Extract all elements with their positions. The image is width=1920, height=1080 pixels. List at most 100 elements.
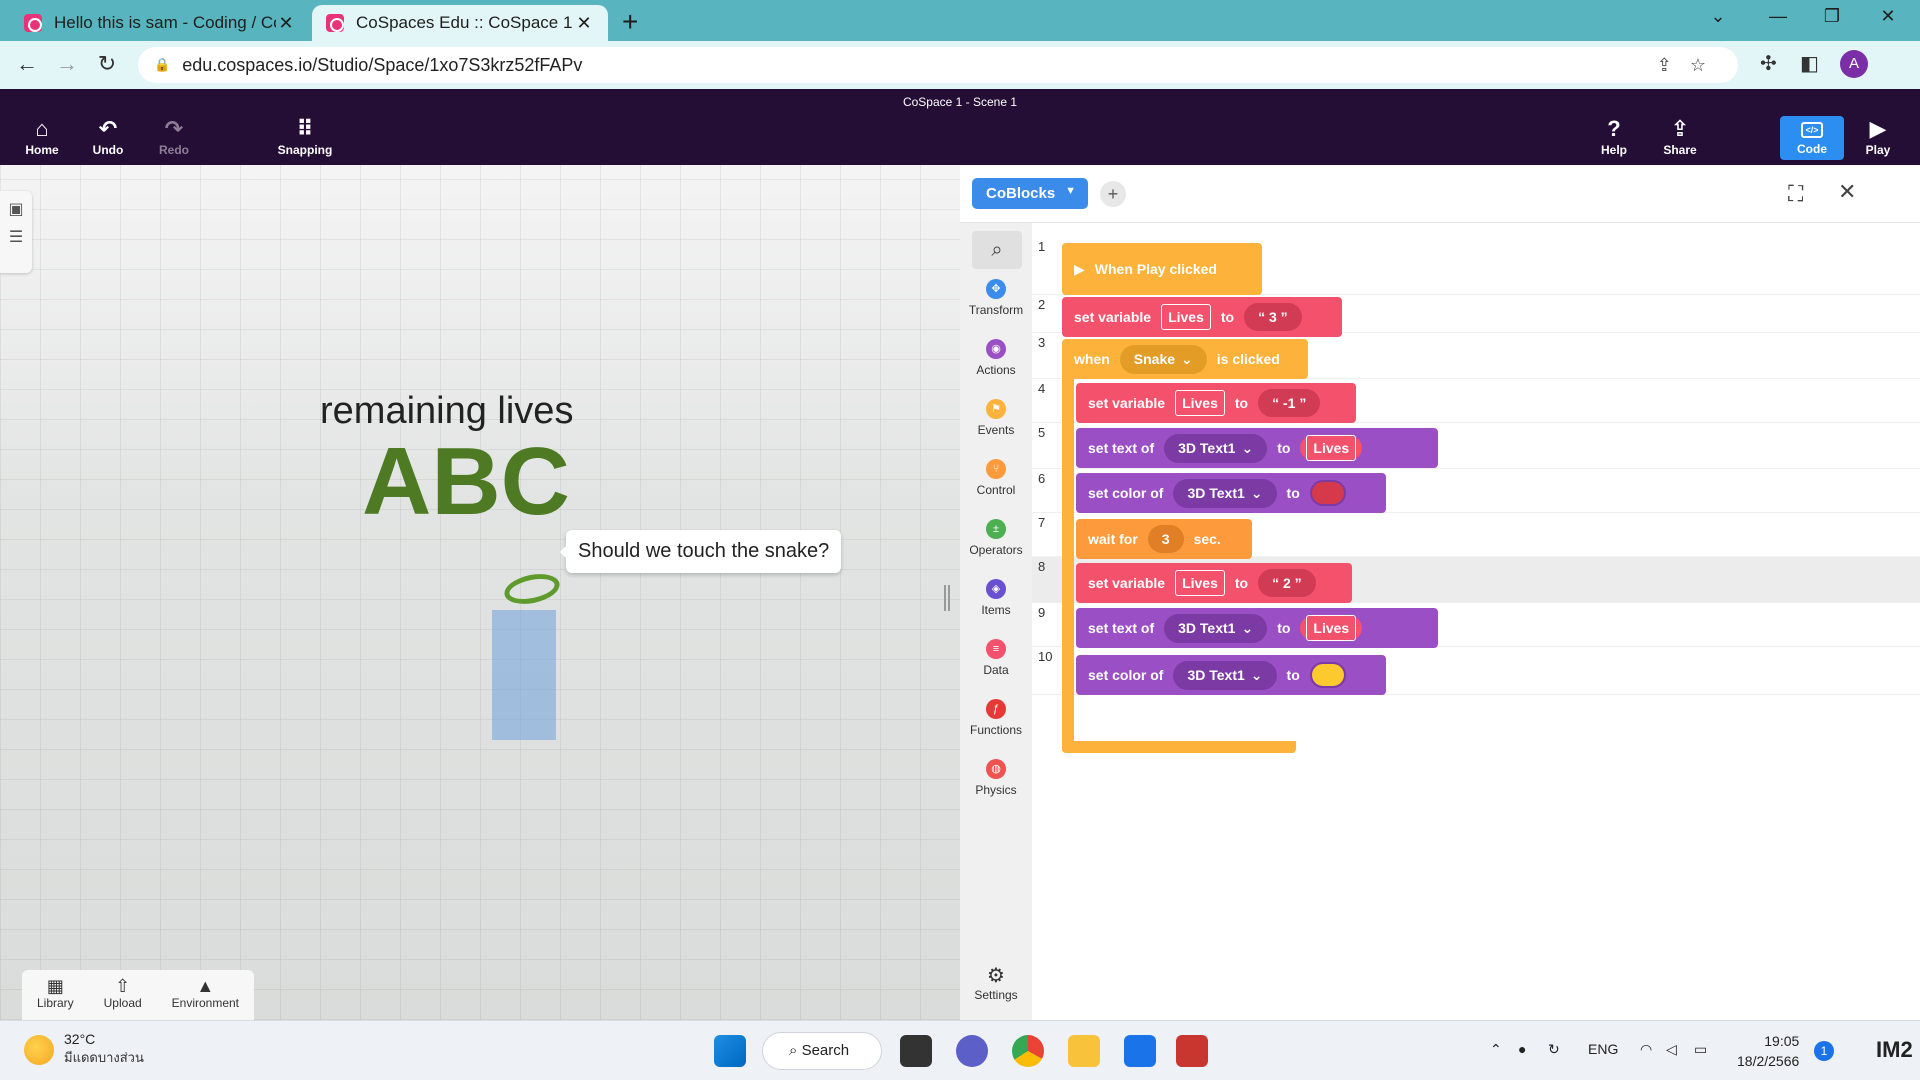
tab-search-chevron-icon[interactable]: ⌄ (1696, 6, 1740, 27)
teams-chat-icon[interactable] (956, 1035, 988, 1067)
set-variable-block[interactable]: set variable Lives to “ 3 ” (1062, 297, 1342, 337)
tray-app-icon[interactable]: ● (1518, 1041, 1526, 1057)
extensions-puzzle-icon[interactable]: ✣ (1760, 51, 1777, 76)
set-variable-block[interactable]: set variable Lives to “ -1 ” (1076, 383, 1356, 423)
category-items[interactable]: ◈ Items (960, 579, 1032, 617)
volume-icon[interactable]: ◁ (1666, 1041, 1677, 1058)
back-icon[interactable]: ← (12, 51, 42, 77)
environment-button[interactable]: ▲ Environment (172, 976, 239, 1020)
taskbar-search[interactable]: ⌕ Search (762, 1032, 882, 1070)
forward-icon[interactable]: → (52, 51, 82, 77)
category-control[interactable]: ⑂ Control (960, 459, 1032, 497)
value-input[interactable]: “ 3 ” (1244, 303, 1302, 331)
play-button[interactable]: ▶ Play (1846, 117, 1910, 158)
help-button[interactable]: ? Help (1582, 116, 1646, 158)
wait-block[interactable]: wait for 3 sec. (1076, 519, 1252, 559)
snapping-button[interactable]: ⠿ Snapping (273, 117, 337, 158)
set-text-block[interactable]: set text of 3D Text1 ⌄ to Lives (1076, 608, 1438, 648)
settings-button[interactable]: ⚙ Settings (960, 963, 1032, 1002)
value-input[interactable]: “ 2 ” (1258, 569, 1316, 597)
variable-name-field[interactable]: Lives (1175, 390, 1225, 416)
close-icon[interactable]: ✕ (276, 13, 296, 34)
battery-icon[interactable]: ▭ (1694, 1041, 1707, 1058)
clock[interactable]: 19:05 18/2/2566 (1737, 1031, 1799, 1071)
new-tab-button[interactable]: + (622, 6, 638, 38)
browser-tab-cospace[interactable]: CoSpaces Edu :: CoSpace 1 ✕ (312, 5, 608, 41)
when-play-clicked-block[interactable]: ▶ When Play clicked (1062, 243, 1262, 295)
wifi-icon[interactable]: ◠ (1640, 1041, 1652, 1058)
sync-icon[interactable]: ↻ (1548, 1041, 1560, 1058)
category-actions[interactable]: ◉ Actions (960, 339, 1032, 377)
set-text-block[interactable]: set text of 3D Text1 ⌄ to Lives (1076, 428, 1438, 468)
object-dropdown[interactable]: 3D Text1 ⌄ (1164, 433, 1268, 463)
category-physics[interactable]: ◍ Physics (960, 759, 1032, 797)
app-icon[interactable] (1176, 1035, 1208, 1067)
scene-viewport[interactable]: ▣ ☰ remaining lives ABC Should we touch … (0, 165, 960, 1020)
home-button[interactable]: ⌂ Home (10, 117, 74, 158)
undo-button[interactable]: ↶ Undo (76, 117, 140, 158)
profile-avatar[interactable]: A (1840, 50, 1868, 78)
reload-icon[interactable]: ↻ (92, 51, 122, 77)
category-events[interactable]: ⚑ Events (960, 399, 1032, 437)
coblocks-dropdown[interactable]: CoBlocks ▼ (972, 178, 1088, 209)
set-color-block[interactable]: set color of 3D Text1 ⌄ to (1076, 655, 1386, 695)
windows-start-icon[interactable] (714, 1035, 746, 1067)
when-clicked-block[interactable]: when Snake ⌄ is clicked (1062, 339, 1308, 379)
color-swatch[interactable] (1309, 662, 1346, 688)
mail-icon[interactable] (1124, 1035, 1156, 1067)
bookmark-star-icon[interactable]: ☆ (1690, 55, 1724, 75)
help-icon: ? (1607, 116, 1621, 141)
window-close-icon[interactable]: ✕ (1866, 6, 1910, 27)
lock-icon[interactable]: 🔒 (154, 57, 170, 73)
transform-icon: ✥ (986, 279, 1006, 299)
fullscreen-icon[interactable]: ⛶ (1788, 181, 1803, 207)
library-button[interactable]: ▦ Library (37, 976, 74, 1020)
address-bar-actions: ⇪☆ (1657, 55, 1724, 76)
panel-resize-handle[interactable] (944, 585, 950, 611)
code-workspace[interactable]: 1 2 3 4 5 6 7 8 9 10 ▶ When Play clicked… (1032, 223, 1920, 1020)
object-dropdown[interactable]: 3D Text1 ⌄ (1164, 613, 1268, 643)
pedestal-object[interactable] (492, 610, 556, 740)
chevron-up-icon[interactable]: ⌃ (1490, 1041, 1502, 1058)
category-functions[interactable]: ƒ Functions (960, 699, 1032, 737)
object-dropdown[interactable]: Snake ⌄ (1119, 344, 1207, 374)
task-view-icon[interactable] (900, 1035, 932, 1067)
3d-text-abc[interactable]: ABC (362, 427, 570, 537)
object-dropdown[interactable]: 3D Text1 ⌄ (1173, 660, 1277, 690)
snake-object[interactable] (501, 569, 563, 609)
variable-dropdown[interactable]: Lives (1300, 435, 1363, 461)
address-bar[interactable]: 🔒 edu.cospaces.io/Studio/Space/1xo7S3krz… (138, 47, 1738, 83)
category-transform[interactable]: ✥ Transform (960, 279, 1032, 317)
code-button[interactable]: </> Code (1780, 116, 1844, 160)
side-panel-icon[interactable]: ◧ (1800, 51, 1819, 76)
weather-widget[interactable]: 32°C มีแดดบางส่วน (24, 1031, 144, 1068)
set-color-block[interactable]: set color of 3D Text1 ⌄ to (1076, 473, 1386, 513)
seconds-input[interactable]: 3 (1147, 525, 1184, 553)
gallery-icon[interactable]: ▣ (0, 199, 32, 219)
close-icon[interactable]: ✕ (574, 13, 594, 34)
color-swatch[interactable] (1309, 480, 1346, 506)
close-panel-icon[interactable]: ✕ (1838, 179, 1856, 205)
upload-button[interactable]: ⇧ Upload (104, 976, 142, 1020)
variable-name-field[interactable]: Lives (1161, 304, 1211, 330)
redo-button[interactable]: ↷ Redo (142, 117, 206, 158)
language-indicator[interactable]: ENG (1588, 1041, 1618, 1057)
search-icon[interactable]: ⌕ (972, 231, 1022, 269)
category-data[interactable]: ≡ Data (960, 639, 1032, 677)
share-button[interactable]: ⇪ Share (1648, 117, 1712, 158)
object-list-icon[interactable]: ☰ (0, 227, 32, 247)
object-dropdown[interactable]: 3D Text1 ⌄ (1173, 478, 1277, 508)
category-operators[interactable]: ± Operators (960, 519, 1032, 557)
chrome-icon[interactable] (1012, 1035, 1044, 1067)
minimize-icon[interactable]: — (1756, 6, 1800, 27)
add-script-button[interactable]: + (1100, 181, 1126, 207)
notification-badge[interactable]: 1 (1814, 1041, 1834, 1061)
file-explorer-icon[interactable] (1068, 1035, 1100, 1067)
browser-tab-coding[interactable]: Hello this is sam - Coding / CoBl ✕ (10, 5, 310, 41)
variable-name-field[interactable]: Lives (1175, 570, 1225, 596)
variable-dropdown[interactable]: Lives (1300, 615, 1363, 641)
share-page-icon[interactable]: ⇪ (1657, 55, 1690, 75)
value-input[interactable]: “ -1 ” (1258, 389, 1321, 417)
set-variable-block[interactable]: set variable Lives to “ 2 ” (1076, 563, 1352, 603)
maximize-icon[interactable]: ❐ (1810, 6, 1854, 27)
